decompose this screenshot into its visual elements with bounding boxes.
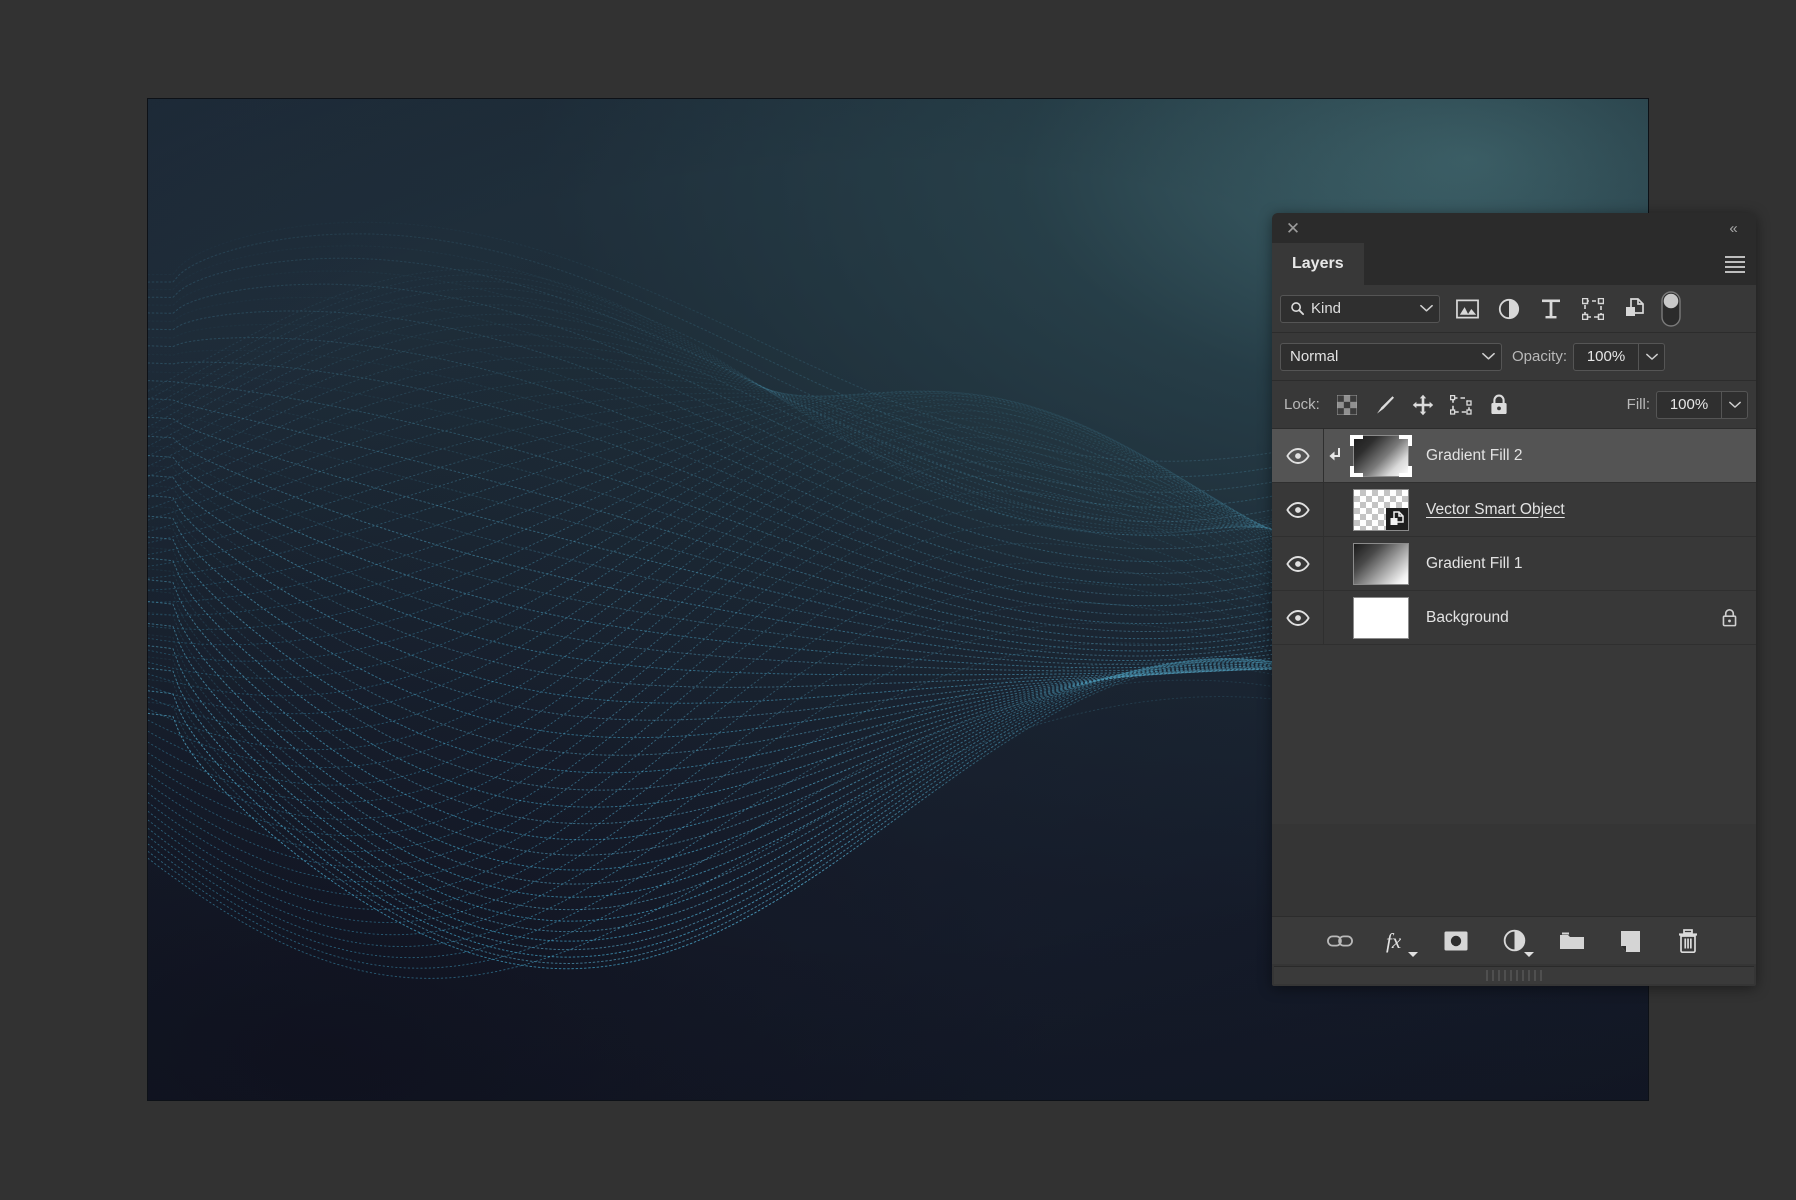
layer-thumbnail[interactable] xyxy=(1350,541,1412,587)
layer-visibility-toggle[interactable] xyxy=(1272,429,1324,482)
hamburger-menu-icon[interactable] xyxy=(1714,243,1756,285)
new-layer-button[interactable] xyxy=(1612,924,1648,958)
layer-row[interactable]: Background xyxy=(1272,591,1756,645)
filter-type-layers-icon[interactable] xyxy=(1530,291,1572,327)
app-root: ✕ « Layers Kind Normal Opacity: 100% Loc… xyxy=(0,0,1796,1200)
layer-filter-row: Kind xyxy=(1272,285,1756,333)
lock-transparent-pixels-icon[interactable] xyxy=(1328,388,1366,422)
lock-icon-group xyxy=(1328,388,1518,422)
opacity-stepper-chevron-icon[interactable] xyxy=(1639,342,1666,371)
layer-thumbnail-image xyxy=(1353,488,1409,531)
lock-all-icon[interactable] xyxy=(1480,388,1518,422)
panel-titlebar[interactable]: ✕ « xyxy=(1272,213,1756,243)
lock-artboard-nesting-icon[interactable] xyxy=(1442,388,1480,422)
close-icon[interactable]: ✕ xyxy=(1282,217,1304,239)
layer-visibility-toggle[interactable] xyxy=(1272,537,1324,590)
layer-visibility-toggle[interactable] xyxy=(1272,591,1324,644)
chevron-down-icon xyxy=(1482,352,1495,360)
layer-thumbnail[interactable] xyxy=(1350,433,1412,479)
layer-name[interactable]: Gradient Fill 1 xyxy=(1426,555,1756,573)
new-group-button[interactable] xyxy=(1554,924,1590,958)
mask-icon xyxy=(1444,931,1468,950)
filter-smart-object-layers-icon[interactable] xyxy=(1614,291,1656,327)
layer-thumbnail-image xyxy=(1353,542,1409,585)
filter-adjustment-layers-icon[interactable] xyxy=(1488,291,1530,327)
layer-locked-icon xyxy=(1722,609,1737,627)
layer-thumbnail-image xyxy=(1353,596,1409,639)
layer-thumbnail[interactable] xyxy=(1350,595,1412,641)
layer-style-button[interactable]: fx xyxy=(1380,924,1418,958)
fill-label: Fill: xyxy=(1626,396,1650,413)
layer-list[interactable]: Gradient Fill 2 Vector Smart Object Gradie… xyxy=(1272,429,1756,824)
tab-layers[interactable]: Layers xyxy=(1272,243,1364,285)
panel-tab-strip: Layers xyxy=(1272,243,1756,285)
layer-name[interactable]: Vector Smart Object xyxy=(1426,501,1756,519)
fx-caret-icon xyxy=(1408,951,1418,957)
layer-locked-icon xyxy=(1721,608,1738,627)
layer-thumbnail-image xyxy=(1353,434,1409,477)
filter-type-icons xyxy=(1446,291,1656,327)
adjustment-circle-icon xyxy=(1503,929,1525,952)
clipping-mask-indicator xyxy=(1324,446,1348,466)
collapse-panel-icon[interactable]: « xyxy=(1720,217,1746,239)
folder-icon xyxy=(1560,932,1584,949)
link-icon xyxy=(1327,934,1353,947)
panel-resize-grip[interactable] xyxy=(1274,966,1754,984)
new-adjustment-layer-button[interactable] xyxy=(1496,924,1534,958)
new-page-icon xyxy=(1620,930,1640,952)
search-icon xyxy=(1291,302,1305,316)
eye-icon xyxy=(1285,609,1310,626)
layer-list-empty-area[interactable] xyxy=(1272,645,1756,820)
filter-enable-toggle[interactable] xyxy=(1660,290,1682,327)
layer-row[interactable]: Gradient Fill 2 xyxy=(1272,429,1756,483)
blend-mode-row: Normal Opacity: 100% xyxy=(1272,333,1756,381)
filter-kind-label: Kind xyxy=(1311,300,1342,317)
lock-position-icon[interactable] xyxy=(1404,388,1442,422)
layers-panel: ✕ « Layers Kind Normal Opacity: 100% Loc… xyxy=(1272,213,1756,986)
lock-label: Lock: xyxy=(1284,396,1320,413)
fill-stepper-chevron-icon[interactable] xyxy=(1722,390,1748,419)
layer-name[interactable]: Background xyxy=(1426,609,1721,627)
eye-icon xyxy=(1285,447,1310,464)
delete-layer-button[interactable] xyxy=(1670,924,1706,958)
opacity-input[interactable]: 100% xyxy=(1573,342,1640,371)
trash-icon xyxy=(1679,928,1697,953)
link-layers-button[interactable] xyxy=(1322,924,1358,958)
layers-panel-footer: fx xyxy=(1272,916,1756,964)
chevron-down-icon xyxy=(1420,304,1433,312)
layer-visibility-toggle[interactable] xyxy=(1272,483,1324,536)
tab-strip-filler xyxy=(1364,243,1714,285)
blend-mode-value: Normal xyxy=(1290,348,1339,365)
lock-row: Lock: Fill: 100% xyxy=(1272,381,1756,429)
lock-image-pixels-icon[interactable] xyxy=(1366,388,1404,422)
smart-object-badge-icon xyxy=(1386,507,1408,530)
layer-row[interactable]: Gradient Fill 1 xyxy=(1272,537,1756,591)
filter-shape-layers-icon[interactable] xyxy=(1572,291,1614,327)
layer-row[interactable]: Vector Smart Object xyxy=(1272,483,1756,537)
blend-mode-select[interactable]: Normal xyxy=(1280,342,1502,371)
adjustment-caret-icon xyxy=(1524,951,1534,957)
eye-icon xyxy=(1285,555,1310,572)
fx-icon: fx xyxy=(1386,929,1402,953)
svg-text:fx: fx xyxy=(1386,929,1402,953)
layer-name[interactable]: Gradient Fill 2 xyxy=(1426,447,1756,465)
add-layer-mask-button[interactable] xyxy=(1438,924,1474,958)
filter-pixel-layers-icon[interactable] xyxy=(1446,291,1488,327)
opacity-label: Opacity: xyxy=(1512,348,1568,365)
smart-object-badge-icon xyxy=(1390,510,1404,525)
clipping-mask-arrow-icon xyxy=(1329,447,1340,460)
eye-icon xyxy=(1285,501,1310,518)
layer-thumbnail[interactable] xyxy=(1350,487,1412,533)
fill-input[interactable]: 100% xyxy=(1656,390,1722,419)
filter-kind-select[interactable]: Kind xyxy=(1280,294,1440,323)
